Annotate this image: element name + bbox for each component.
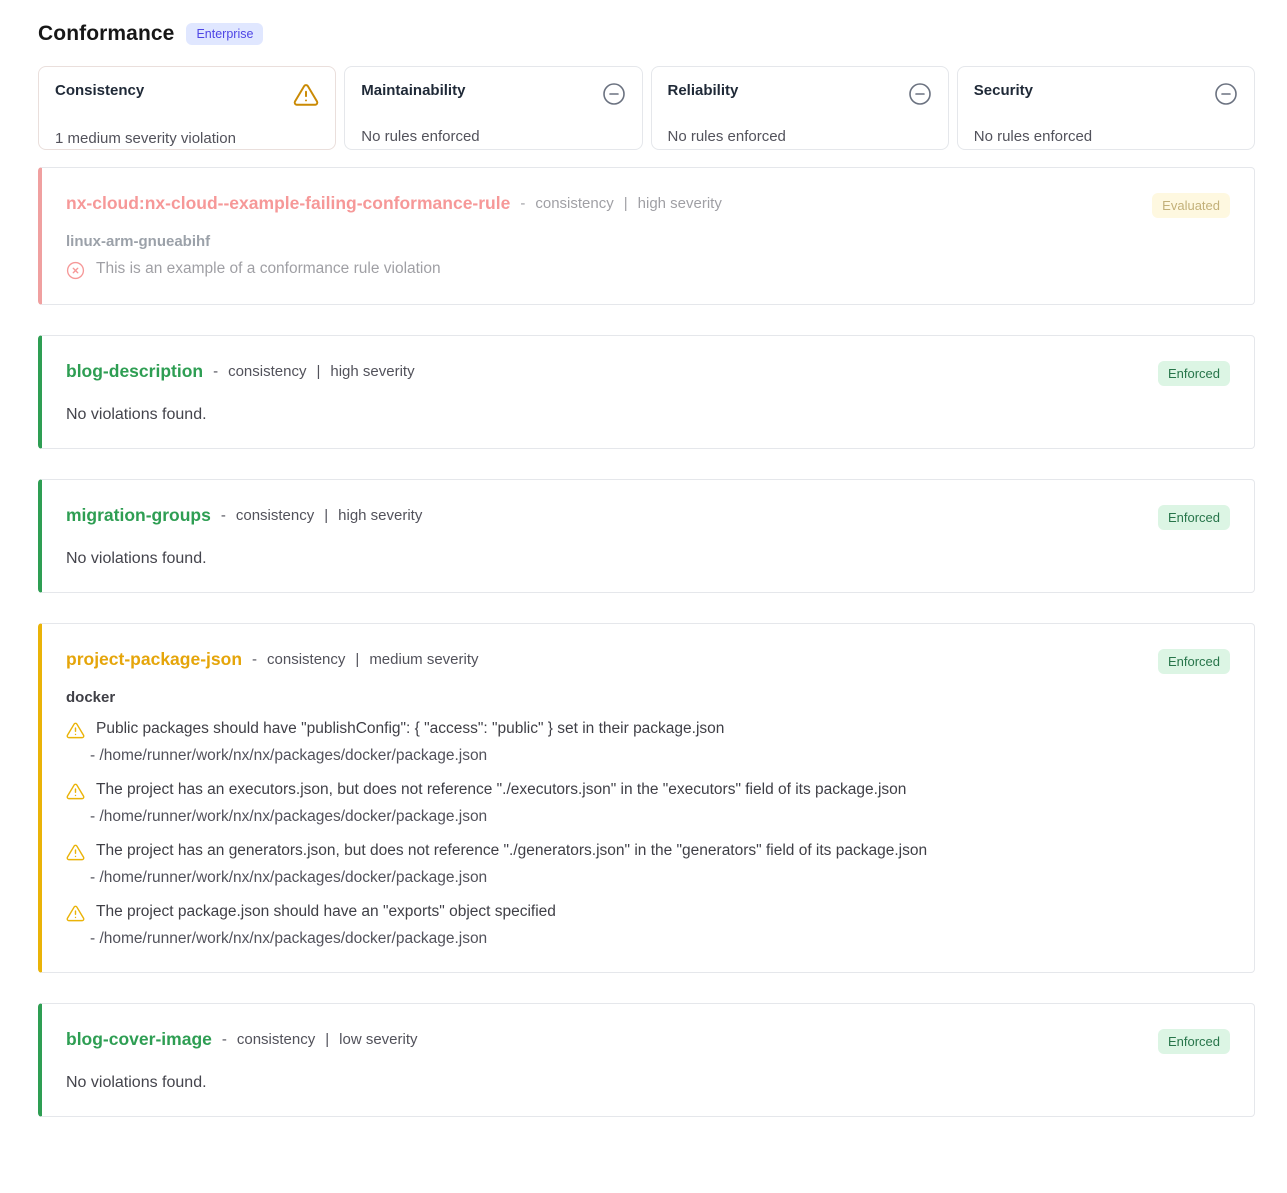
rule-category: consistency	[237, 1031, 315, 1048]
rule-severity: low severity	[339, 1031, 417, 1048]
violation-file-path: - /home/runner/work/nx/nx/packages/docke…	[90, 808, 1230, 826]
violation-message: The project package.json should have an …	[96, 902, 556, 921]
rule-name-link[interactable]: blog-cover-image	[66, 1029, 212, 1050]
violation-file-path: - /home/runner/work/nx/nx/packages/docke…	[90, 930, 1230, 948]
summary-card-title: Maintainability	[361, 82, 465, 99]
rule-result-text: No violations found.	[66, 406, 1230, 424]
rule-card-blog-cover-image: blog-cover-image - consistency | low sev…	[38, 1003, 1255, 1117]
enterprise-badge: Enterprise	[186, 23, 263, 45]
meta-pipe: |	[324, 507, 328, 524]
project-name: linux-arm-gnueabihf	[66, 233, 1230, 250]
status-badge-enforced: Enforced	[1158, 361, 1230, 386]
violation-message: This is an example of a conformance rule…	[96, 259, 441, 278]
minus-circle-icon	[1214, 82, 1238, 106]
violation-message: The project has an executors.json, but d…	[96, 780, 906, 799]
rule-category: consistency	[535, 195, 613, 212]
minus-circle-icon	[602, 82, 626, 106]
summary-card-title: Reliability	[668, 82, 739, 99]
rule-name-link[interactable]: migration-groups	[66, 505, 211, 526]
summary-card-reliability: Reliability No rules enforced	[651, 66, 949, 150]
summary-card-title: Security	[974, 82, 1033, 99]
meta-pipe: |	[316, 363, 320, 380]
page-title: Conformance	[38, 22, 174, 46]
status-badge-enforced: Enforced	[1158, 649, 1230, 674]
summary-card-title: Consistency	[55, 82, 144, 99]
status-badge-enforced: Enforced	[1158, 1029, 1230, 1054]
violation-file-path: - /home/runner/work/nx/nx/packages/docke…	[90, 869, 1230, 887]
rule-card-migration-groups: migration-groups - consistency | high se…	[38, 479, 1255, 593]
summary-card-status: No rules enforced	[974, 128, 1238, 145]
warning-triangle-icon	[293, 82, 319, 108]
violation-item: Public packages should have "publishConf…	[66, 719, 1230, 765]
conformance-page: Conformance Enterprise Consistency 1 med…	[0, 0, 1287, 1157]
violation-item: The project has an generators.json, but …	[66, 841, 1230, 887]
rule-severity: high severity	[330, 363, 414, 380]
violation-file-path: - /home/runner/work/nx/nx/packages/docke…	[90, 747, 1230, 765]
rule-severity: high severity	[638, 195, 722, 212]
rule-category: consistency	[236, 507, 314, 524]
summary-card-consistency: Consistency 1 medium severity violation	[38, 66, 336, 150]
rule-category: consistency	[228, 363, 306, 380]
meta-dash: -	[252, 651, 257, 668]
meta-dash: -	[213, 363, 218, 380]
meta-dash: -	[221, 507, 226, 524]
rule-result-text: No violations found.	[66, 1074, 1230, 1092]
violation-message: Public packages should have "publishConf…	[96, 719, 724, 738]
rule-result-text: No violations found.	[66, 550, 1230, 568]
status-badge-evaluated: Evaluated	[1152, 193, 1230, 218]
summary-card-maintainability: Maintainability No rules enforced	[344, 66, 642, 150]
meta-pipe: |	[355, 651, 359, 668]
violation-item: The project package.json should have an …	[66, 902, 1230, 948]
warning-triangle-icon	[66, 780, 85, 801]
rule-name-link[interactable]: nx-cloud:nx-cloud--example-failing-confo…	[66, 193, 510, 214]
meta-pipe: |	[624, 195, 628, 212]
status-badge-enforced: Enforced	[1158, 505, 1230, 530]
violation-item: The project has an executors.json, but d…	[66, 780, 1230, 826]
rule-severity: medium severity	[369, 651, 478, 668]
warning-triangle-icon	[66, 841, 85, 862]
x-circle-icon	[66, 259, 85, 280]
warning-triangle-icon	[66, 719, 85, 740]
summary-card-status: No rules enforced	[361, 128, 625, 145]
meta-dash: -	[520, 195, 525, 212]
rule-card-project-package-json: project-package-json - consistency | med…	[38, 623, 1255, 973]
rule-name-link[interactable]: blog-description	[66, 361, 203, 382]
warning-triangle-icon	[66, 902, 85, 923]
rule-card-example-failing: nx-cloud:nx-cloud--example-failing-confo…	[38, 167, 1255, 305]
meta-dash: -	[222, 1031, 227, 1048]
project-name: docker	[66, 689, 1230, 706]
rule-card-blog-description: blog-description - consistency | high se…	[38, 335, 1255, 449]
rule-category: consistency	[267, 651, 345, 668]
rule-severity: high severity	[338, 507, 422, 524]
page-header: Conformance Enterprise	[38, 22, 1255, 46]
meta-pipe: |	[325, 1031, 329, 1048]
summary-card-status: No rules enforced	[668, 128, 932, 145]
summary-card-status: 1 medium severity violation	[55, 130, 319, 147]
violation-message: The project has an generators.json, but …	[96, 841, 927, 860]
summary-cards-row: Consistency 1 medium severity violation …	[38, 66, 1255, 150]
rule-name-link[interactable]: project-package-json	[66, 649, 242, 670]
minus-circle-icon	[908, 82, 932, 106]
summary-card-security: Security No rules enforced	[957, 66, 1255, 150]
